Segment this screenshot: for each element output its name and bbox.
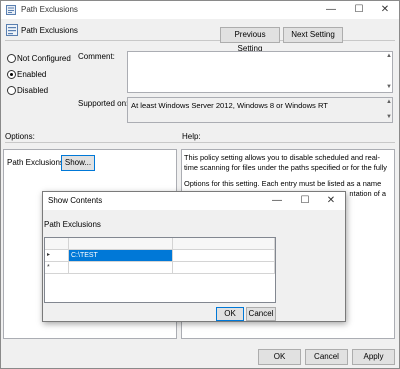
show-contents-dialog: Show Contents — ☐ ✕ Path Exclusions ▸ C:… bbox=[42, 191, 346, 322]
grid-column-header bbox=[69, 238, 173, 250]
setting-name: Path Exclusions bbox=[21, 26, 78, 35]
radio-enabled[interactable] bbox=[7, 70, 16, 79]
maximize-button[interactable]: ☐ bbox=[345, 1, 373, 19]
grid-cell-empty-1[interactable] bbox=[173, 250, 275, 262]
next-setting-button[interactable]: Next Setting bbox=[283, 27, 343, 43]
options-label: Options: bbox=[5, 132, 35, 141]
comment-label: Comment: bbox=[78, 52, 115, 61]
dialog-subtitle: Path Exclusions bbox=[44, 220, 101, 229]
comment-scroll-up-icon[interactable]: ▲ bbox=[386, 53, 392, 59]
dialog-close-button[interactable]: ✕ bbox=[317, 192, 345, 210]
previous-setting-button[interactable]: Previous Setting bbox=[220, 27, 280, 53]
help-label: Help: bbox=[182, 132, 201, 141]
grid-cell-value-new[interactable] bbox=[69, 262, 173, 274]
grid-column-header-spare bbox=[173, 238, 275, 250]
window-title: Path Exclusions bbox=[21, 5, 78, 14]
grid-cell-value-1[interactable]: C:\TEST bbox=[69, 250, 173, 262]
grid-cell-empty-new[interactable] bbox=[173, 262, 275, 274]
dialog-ok-button[interactable]: OK bbox=[216, 307, 244, 321]
apply-button[interactable]: Apply bbox=[352, 349, 395, 365]
show-button[interactable]: Show... bbox=[61, 155, 95, 171]
path-exclusions-label: Path Exclusions bbox=[7, 158, 64, 167]
minimize-button[interactable]: — bbox=[317, 1, 345, 19]
contents-grid: ▸ C:\TEST * bbox=[44, 237, 276, 303]
row-marker-new[interactable]: * bbox=[45, 262, 69, 274]
help-paragraph-1: This policy setting allows you to disabl… bbox=[184, 153, 387, 172]
comment-field[interactable] bbox=[127, 51, 393, 93]
dialog-title-bar: Show Contents — ☐ ✕ bbox=[43, 192, 345, 210]
supported-scroll-down-icon[interactable]: ▼ bbox=[386, 114, 392, 120]
radio-disabled-label: Disabled bbox=[17, 86, 49, 95]
policy-icon bbox=[6, 5, 16, 15]
dialog-cancel-button[interactable]: Cancel bbox=[246, 307, 276, 321]
grid-corner-header bbox=[45, 238, 69, 250]
radio-enabled-label: Enabled bbox=[17, 70, 47, 79]
radio-not-configured[interactable] bbox=[7, 54, 16, 63]
setting-icon bbox=[6, 24, 18, 36]
radio-not-configured-label: Not Configured bbox=[17, 54, 71, 63]
supported-on-value: At least Windows Server 2012, Windows 8 … bbox=[131, 101, 328, 110]
dialog-title: Show Contents bbox=[48, 196, 103, 205]
supported-on-field: At least Windows Server 2012, Windows 8 … bbox=[127, 97, 393, 123]
supported-on-label: Supported on: bbox=[78, 99, 129, 108]
dialog-minimize-button[interactable]: — bbox=[263, 192, 291, 210]
help-paragraph-2: Options for this setting. Each entry mus… bbox=[184, 179, 382, 188]
close-button[interactable]: ✕ bbox=[371, 1, 399, 19]
dialog-maximize-button[interactable]: ☐ bbox=[291, 192, 319, 210]
title-bar: Path Exclusions — ☐ ✕ bbox=[1, 1, 399, 19]
cancel-button[interactable]: Cancel bbox=[305, 349, 348, 365]
ok-button[interactable]: OK bbox=[258, 349, 301, 365]
section-divider bbox=[5, 142, 395, 143]
radio-disabled[interactable] bbox=[7, 86, 16, 95]
row-marker-1[interactable]: ▸ bbox=[45, 250, 69, 262]
comment-scroll-down-icon[interactable]: ▼ bbox=[386, 84, 392, 90]
supported-scroll-up-icon[interactable]: ▲ bbox=[386, 99, 392, 105]
